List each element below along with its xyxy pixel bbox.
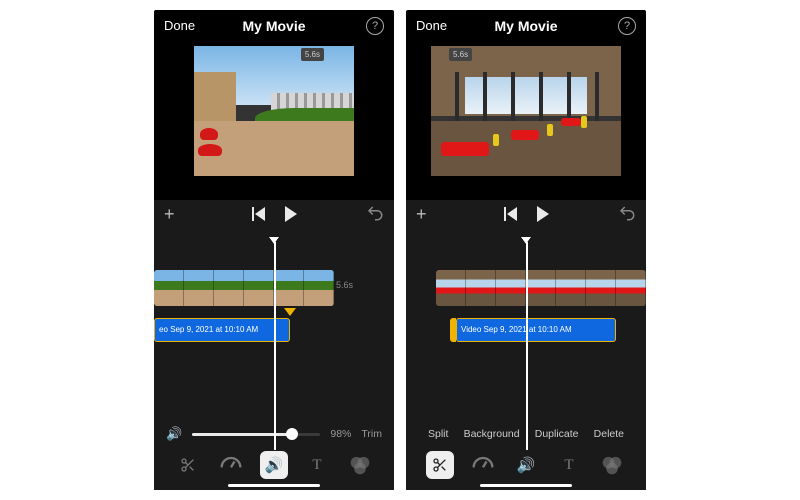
help-button[interactable]: ? xyxy=(618,17,636,35)
filters-tool-icon[interactable] xyxy=(346,451,374,479)
timeline[interactable]: 5.6s eo Sep 9, 2021 at 10:10 AM xyxy=(154,260,394,370)
home-indicator[interactable] xyxy=(480,484,572,487)
trim-label: Trim xyxy=(361,428,382,440)
skip-to-start-button[interactable] xyxy=(252,207,265,221)
edit-area: + 5.6s eo Sep 9, 2021 at 10:10 AM 🔊 xyxy=(154,200,394,490)
tool-row: 🔊 T xyxy=(154,448,394,482)
filters-tool-icon[interactable] xyxy=(598,451,626,479)
video-clip[interactable] xyxy=(154,270,334,306)
delete-button[interactable]: Delete xyxy=(594,428,624,440)
audio-clip[interactable]: Video Sep 9, 2021 at 10:10 AM xyxy=(456,318,616,342)
video-preview[interactable]: 5.6s xyxy=(431,46,621,176)
tool-row: 🔊 T xyxy=(406,448,646,482)
preview-area: 5.6s xyxy=(406,42,646,200)
text-tool-icon[interactable]: T xyxy=(555,451,583,479)
topbar: Done My Movie ? xyxy=(406,10,646,42)
playback-toolbar: + xyxy=(406,200,646,228)
audio-clip[interactable]: eo Sep 9, 2021 at 10:10 AM xyxy=(154,318,290,342)
audio-tool-icon[interactable]: 🔊 xyxy=(512,451,540,479)
duration-badge: 5.6s xyxy=(449,48,472,61)
trim-handle-icon[interactable] xyxy=(284,308,296,316)
imovie-screen-left: Done My Movie ? 5.6s + xyxy=(154,10,394,490)
scissors-tool-icon[interactable] xyxy=(426,451,454,479)
playhead[interactable] xyxy=(274,242,276,450)
undo-button[interactable] xyxy=(618,204,636,222)
volume-icon: 🔊 xyxy=(166,426,182,442)
duplicate-button[interactable]: Duplicate xyxy=(535,428,579,440)
slider-knob[interactable] xyxy=(286,428,298,440)
help-button[interactable]: ? xyxy=(366,17,384,35)
volume-slider[interactable] xyxy=(192,433,320,436)
project-title: My Movie xyxy=(494,18,557,34)
play-button[interactable] xyxy=(537,206,549,222)
home-indicator[interactable] xyxy=(228,484,320,487)
topbar: Done My Movie ? xyxy=(154,10,394,42)
clip-duration-label: 5.6s xyxy=(336,280,353,290)
playback-toolbar: + xyxy=(154,200,394,228)
edit-area: + Video Sep 9, 2021 at 10:10 AM Split Ba… xyxy=(406,200,646,490)
imovie-screen-right: Done My Movie ? 5.6s + xyxy=(406,10,646,490)
speed-tool-icon[interactable] xyxy=(217,451,245,479)
timeline[interactable]: Video Sep 9, 2021 at 10:10 AM xyxy=(406,260,646,370)
add-media-button[interactable]: + xyxy=(416,204,427,225)
video-clip[interactable] xyxy=(436,270,646,306)
done-button[interactable]: Done xyxy=(416,18,447,33)
audio-tool-icon[interactable]: 🔊 xyxy=(260,451,288,479)
preview-area: 5.6s xyxy=(154,42,394,200)
volume-percent: 98% xyxy=(330,428,351,440)
playhead[interactable] xyxy=(526,242,528,450)
duration-badge: 5.6s xyxy=(301,48,324,61)
add-media-button[interactable]: + xyxy=(164,204,175,225)
play-button[interactable] xyxy=(285,206,297,222)
skip-to-start-button[interactable] xyxy=(504,207,517,221)
undo-button[interactable] xyxy=(366,204,384,222)
video-preview[interactable]: 5.6s xyxy=(194,46,354,176)
background-button[interactable]: Background xyxy=(464,428,520,440)
split-button[interactable]: Split xyxy=(428,428,448,440)
speed-tool-icon[interactable] xyxy=(469,451,497,479)
project-title: My Movie xyxy=(242,18,305,34)
scissors-tool-icon[interactable] xyxy=(174,451,202,479)
text-tool-icon[interactable]: T xyxy=(303,451,331,479)
done-button[interactable]: Done xyxy=(164,18,195,33)
